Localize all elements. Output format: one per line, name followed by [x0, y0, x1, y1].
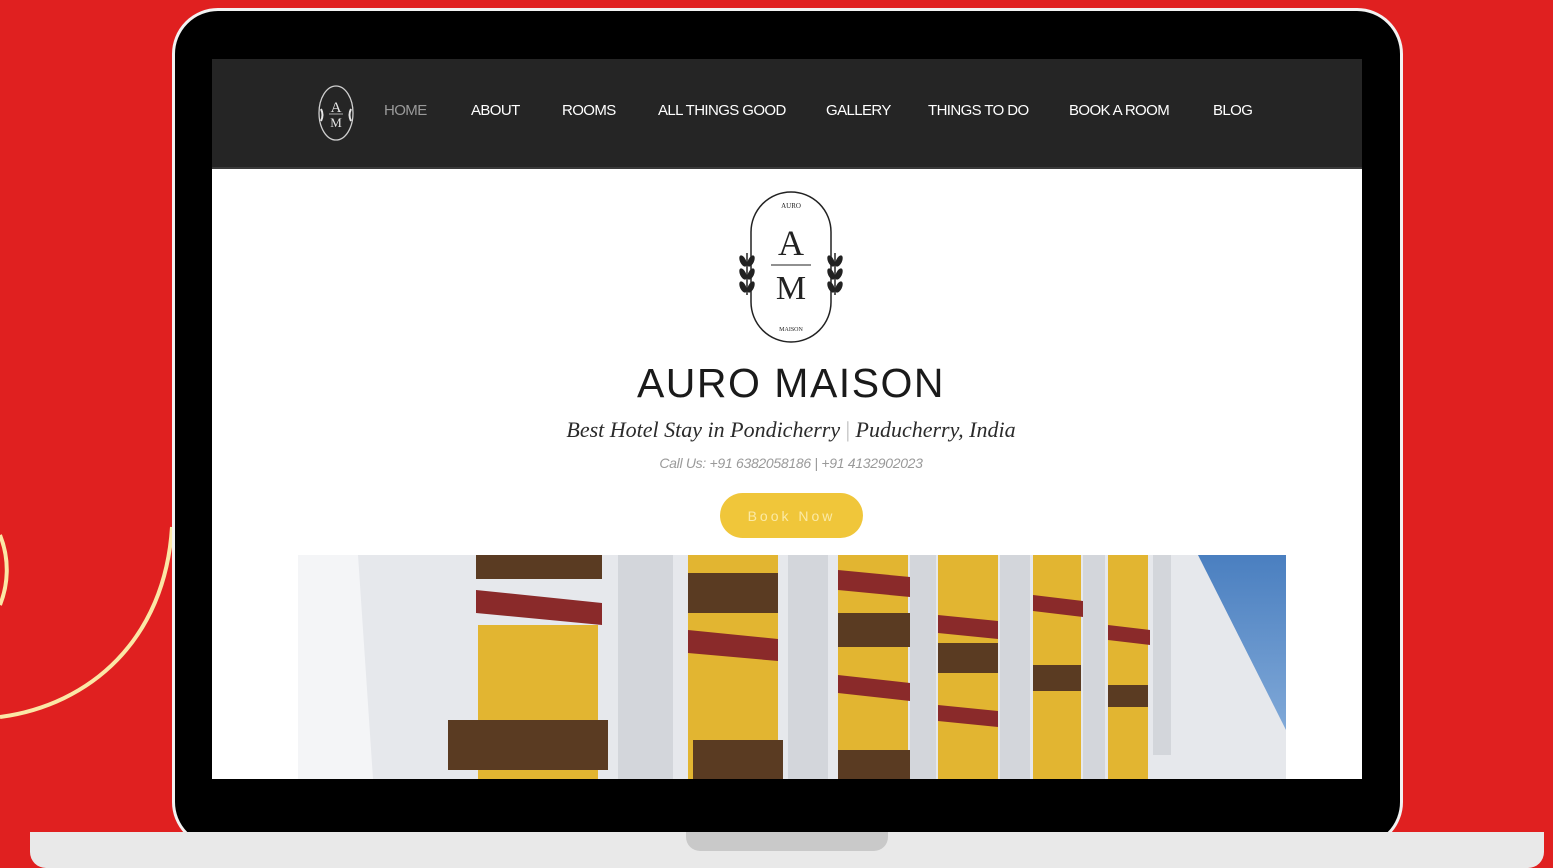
svg-text:M: M [776, 270, 806, 307]
nav-about[interactable]: ABOUT [471, 102, 520, 119]
tagline-location: Best Hotel Stay in Pondicherry [566, 417, 841, 442]
tagline-separator: | [845, 417, 851, 442]
hotel-facade-photo-icon [298, 555, 1286, 779]
tagline-region: Puducherry, India [855, 417, 1016, 442]
nav-rooms[interactable]: ROOMS [562, 102, 616, 119]
am-monogram-logo-icon[interactable]: A M [315, 83, 357, 143]
nav-gallery[interactable]: GALLERY [826, 102, 891, 119]
tagline: Best Hotel Stay in Pondicherry | Puduche… [212, 417, 1362, 443]
nav-book-a-room[interactable]: BOOK A ROOM [1069, 102, 1170, 119]
brand-title: AURO MAISON [636, 360, 946, 406]
nav-blog[interactable]: BLOG [1213, 102, 1253, 119]
svg-text:AURO: AURO [781, 202, 801, 210]
nav-home[interactable]: HOME [384, 102, 427, 119]
nav-things-to-do[interactable]: THINGS TO DO [928, 102, 1029, 119]
auro-maison-crest-logo-icon: AURO A M MAISON [739, 191, 843, 343]
contact-phone-numbers: Call Us: +91 6382058186 | +91 4132902023 [659, 455, 923, 471]
svg-text:MAISON: MAISON [779, 327, 803, 333]
book-now-button[interactable]: Book Now [720, 493, 863, 538]
nav-all-things-good[interactable]: ALL THINGS GOOD [658, 102, 786, 119]
laptop-notch [686, 832, 888, 851]
website-screen: A M HOME ABOUT ROOMS ALL THINGS GOOD GAL… [212, 59, 1362, 779]
svg-text:A: A [331, 100, 342, 116]
top-navigation: A M HOME ABOUT ROOMS ALL THINGS GOOD GAL… [212, 59, 1362, 169]
svg-text:A: A [778, 223, 804, 263]
svg-text:M: M [330, 115, 342, 130]
